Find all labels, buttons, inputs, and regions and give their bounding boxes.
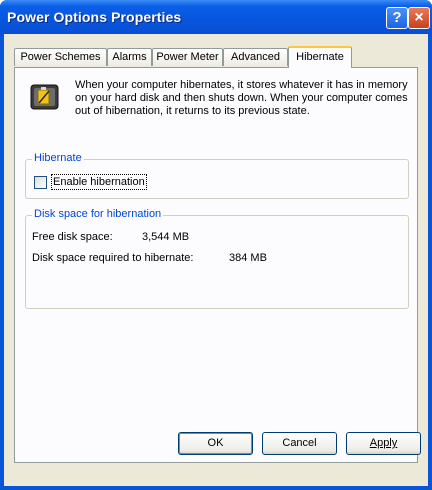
tab-power-meter[interactable]: Power Meter [152, 48, 223, 66]
hibernate-group-label: Hibernate [32, 152, 84, 164]
enable-hibernation-label[interactable]: Enable hibernation [51, 174, 147, 190]
enable-hibernation-text: Enable hibernation [53, 176, 145, 188]
required-disk-space-label: Disk space required to hibernate: [32, 252, 194, 264]
disk-space-group-label: Disk space for hibernation [32, 208, 164, 220]
tab-power-schemes[interactable]: Power Schemes [14, 48, 107, 66]
free-disk-space-label: Free disk space: [32, 231, 113, 243]
disk-space-group: Disk space for hibernation Free disk spa… [25, 208, 409, 309]
battery-icon [30, 84, 59, 110]
window-title: Power Options Properties [7, 9, 182, 25]
dialog-window: Power Options Properties ? × Power Schem… [0, 0, 432, 490]
tab-hibernate[interactable]: Hibernate [288, 46, 352, 68]
hibernate-group: Hibernate Enable hibernation [25, 152, 409, 199]
dialog-body: Power Schemes Alarms Power Meter Advance… [4, 34, 428, 486]
required-disk-space-value: 384 MB [229, 252, 267, 264]
ok-button[interactable]: OK [178, 432, 253, 455]
hibernate-tab-panel: When your computer hibernates, it stores… [14, 67, 418, 463]
enable-hibernation-checkbox[interactable] [34, 176, 47, 189]
tab-alarms[interactable]: Alarms [107, 48, 152, 66]
apply-button-label: Apply [369, 437, 398, 449]
title-bar[interactable]: Power Options Properties ? × [0, 0, 432, 34]
close-button[interactable]: × [408, 7, 430, 29]
tab-advanced[interactable]: Advanced [223, 48, 288, 66]
hibernate-description: When your computer hibernates, it stores… [75, 79, 408, 117]
apply-button[interactable]: Apply [346, 432, 421, 455]
cancel-button[interactable]: Cancel [262, 432, 337, 455]
help-button[interactable]: ? [386, 7, 408, 29]
free-disk-space-value: 3,544 MB [142, 231, 190, 243]
